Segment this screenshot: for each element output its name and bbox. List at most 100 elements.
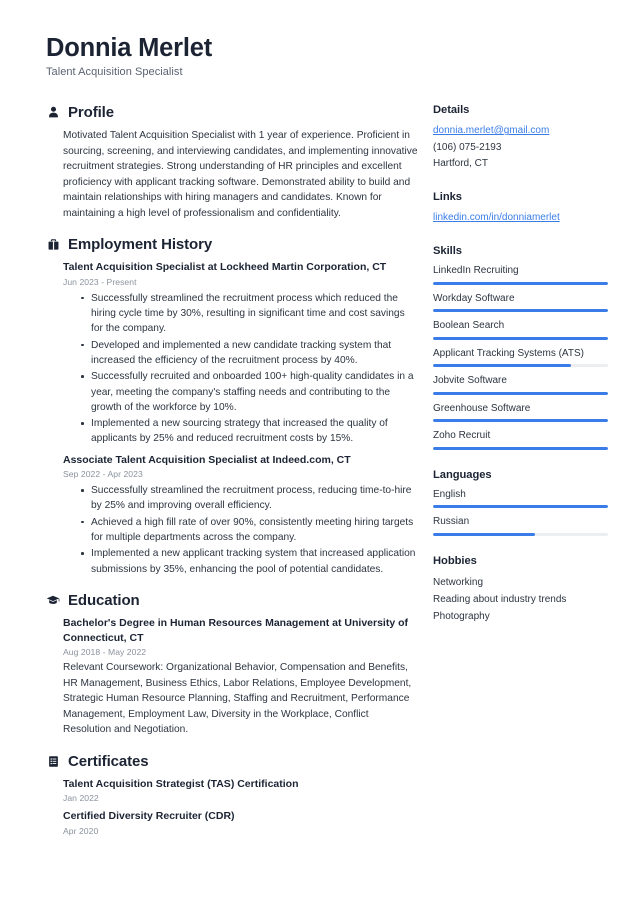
hobby-item: Photography (433, 610, 490, 622)
skill-row: Workday Software (433, 292, 608, 313)
skill-meter-track (433, 446, 608, 450)
section-certificates: Certificates Talent Acquisition Strategi… (46, 753, 418, 836)
hobby-item: Reading about industry trends (433, 593, 567, 605)
skill-row: Zoho Recruit (433, 429, 608, 450)
language-row: Russian (433, 515, 608, 536)
candidate-name: Donnia Merlet (46, 34, 213, 62)
skill-label: Applicant Tracking Systems (ATS) (433, 347, 584, 359)
skill-row: Applicant Tracking Systems (ATS) (433, 347, 608, 368)
language-meter-fill (433, 532, 535, 536)
skill-meter-fill (433, 419, 608, 423)
skill-meter-track (433, 364, 608, 368)
employment-entry: Talent Acquisition Specialist at Lockhee… (63, 260, 418, 446)
hobby-item: Networking (433, 576, 484, 588)
skill-meter-track (433, 309, 608, 313)
profile-text: Motivated Talent Acquisition Specialist … (63, 130, 418, 219)
bullet-item: Successfully recruited and onboarded 100… (81, 369, 418, 415)
skill-label: Zoho Recruit (433, 430, 491, 442)
skill-meter-fill (433, 309, 608, 313)
section-profile-title: Profile (68, 104, 114, 122)
employment-entry-title: Associate Talent Acquisition Specialist … (63, 453, 351, 466)
sidebar-languages-title: Languages (433, 468, 492, 481)
language-row: English (433, 488, 608, 509)
certificate-entry-title: Talent Acquisition Strategist (TAS) Cert… (63, 777, 299, 790)
skill-label: Boolean Search (433, 320, 505, 332)
skill-meter-track (433, 391, 608, 395)
bullet-item: Successfully streamlined the recruitment… (81, 483, 418, 514)
language-label: English (433, 488, 466, 500)
education-entry: Bachelor's Degree in Human Resources Man… (63, 616, 418, 738)
bullet-item: Achieved a high fill rate of over 90%, c… (81, 515, 418, 546)
skill-meter-track (433, 336, 608, 340)
section-education-body: Bachelor's Degree in Human Resources Man… (46, 616, 418, 738)
resume-columns: Profile Motivated Talent Acquisition Spe… (46, 104, 608, 850)
resume-page: Donnia Merlet Talent Acquisition Special… (0, 0, 640, 905)
certificate-entry: Talent Acquisition Strategist (TAS) Cert… (63, 777, 418, 803)
bullet-item: Implemented a new sourcing strategy that… (81, 416, 418, 447)
sidebar-links: Links linkedin.com/in/donniamerlet (433, 191, 608, 226)
section-employment: Employment History Talent Acquisition Sp… (46, 236, 418, 577)
section-profile: Profile Motivated Talent Acquisition Spe… (46, 104, 418, 221)
sidebar-column: Details donnia.merlet@gmail.com (106) 07… (433, 104, 608, 644)
email-link[interactable]: donnia.merlet@gmail.com (433, 123, 608, 139)
employment-entry-bullets: Successfully streamlined the recruitment… (63, 483, 418, 577)
skill-row: Boolean Search (433, 319, 608, 340)
employment-entry-bullets: Successfully streamlined the recruitment… (63, 291, 418, 447)
skill-meter-track (433, 281, 608, 285)
section-certificates-header: Certificates (46, 753, 418, 770)
employment-entry-title: Talent Acquisition Specialist at Lockhee… (63, 261, 387, 274)
skill-meter-fill (433, 391, 608, 395)
certificate-icon (46, 754, 60, 768)
skill-meter-fill (433, 336, 608, 340)
employment-entry-date: Jun 2023 - Present (63, 276, 137, 287)
sidebar-details-title: Details (433, 104, 470, 117)
bullet-item: Implemented a new applicant tracking sys… (81, 546, 418, 577)
skill-meter-fill (433, 281, 608, 285)
graduation-cap-icon (46, 593, 60, 607)
section-profile-body: Motivated Talent Acquisition Specialist … (46, 128, 418, 221)
education-entry-description: Relevant Coursework: Organizational Beha… (63, 662, 412, 736)
sidebar-links-title: Links (433, 190, 462, 203)
section-employment-body: Talent Acquisition Specialist at Lockhee… (46, 260, 418, 577)
section-education: Education Bachelor's Degree in Human Res… (46, 592, 418, 738)
briefcase-icon (46, 238, 60, 252)
skill-row: LinkedIn Recruiting (433, 264, 608, 285)
language-meter-fill (433, 505, 608, 509)
section-certificates-title: Certificates (68, 752, 149, 770)
employment-entry-date: Sep 2022 - Apr 2023 (63, 469, 143, 480)
language-meter-track (433, 505, 608, 509)
bullet-item: Developed and implemented a new candidat… (81, 338, 418, 369)
location-text: Hartford, CT (433, 157, 489, 169)
phone-text: (106) 075-2193 (433, 141, 502, 153)
certificate-entry-date: Jan 2022 (63, 793, 99, 804)
section-education-header: Education (46, 592, 418, 609)
skill-meter-fill (433, 446, 608, 450)
skill-meter-fill (433, 364, 572, 368)
skill-label: Jobvite Software (433, 375, 507, 387)
linkedin-link[interactable]: linkedin.com/in/donniamerlet (433, 210, 608, 226)
language-meter-track (433, 532, 608, 536)
sidebar-details: Details donnia.merlet@gmail.com (106) 07… (433, 104, 608, 172)
bullet-item: Successfully streamlined the recruitment… (81, 291, 418, 337)
sidebar-languages: Languages English Russian (433, 469, 608, 536)
education-entry-date: Aug 2018 - May 2022 (63, 647, 147, 658)
section-education-title: Education (68, 591, 140, 609)
certificate-entry-title: Certified Diversity Recruiter (CDR) (63, 810, 235, 823)
candidate-job-title: Talent Acquisition Specialist (46, 66, 183, 79)
skill-row: Jobvite Software (433, 374, 608, 395)
skill-label: Workday Software (433, 292, 515, 304)
section-employment-header: Employment History (46, 236, 418, 253)
employment-entry: Associate Talent Acquisition Specialist … (63, 453, 418, 577)
section-profile-header: Profile (46, 104, 418, 121)
sidebar-hobbies-title: Hobbies (433, 554, 477, 567)
skill-row: Greenhouse Software (433, 402, 608, 423)
section-certificates-body: Talent Acquisition Strategist (TAS) Cert… (46, 777, 418, 836)
user-icon (46, 106, 60, 120)
certificate-entry: Certified Diversity Recruiter (CDR) Apr … (63, 809, 418, 835)
section-employment-title: Employment History (68, 236, 213, 254)
sidebar-skills: Skills LinkedIn Recruiting Workday Softw… (433, 245, 608, 450)
skill-label: Greenhouse Software (433, 402, 531, 414)
education-entry-title: Bachelor's Degree in Human Resources Man… (63, 616, 409, 644)
language-label: Russian (433, 516, 470, 528)
certificate-entry-date: Apr 2020 (63, 825, 99, 836)
